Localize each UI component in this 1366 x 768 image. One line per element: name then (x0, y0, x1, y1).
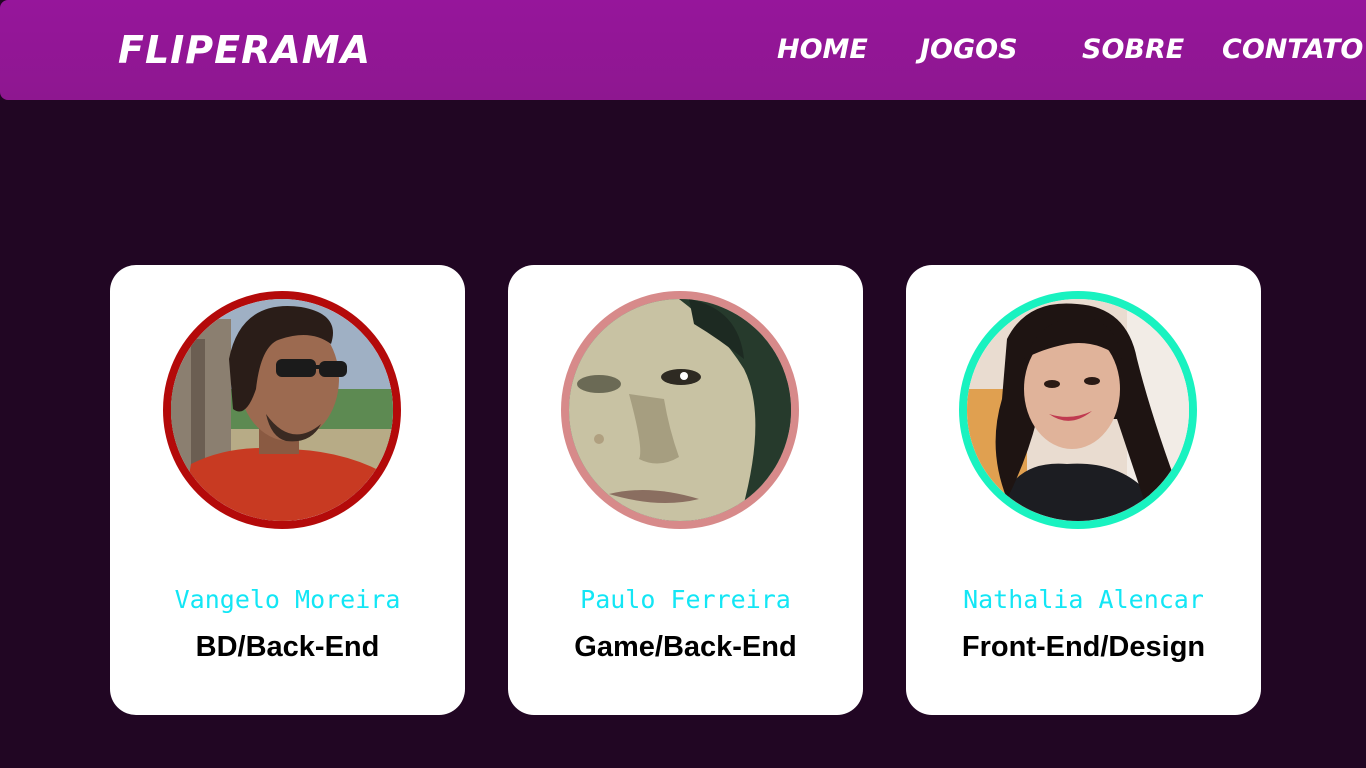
member-role: BD/Back-End (195, 631, 380, 663)
avatar-photo (171, 299, 393, 521)
member-name: Vangelo Moreira (174, 585, 401, 614)
avatar-paulo (561, 291, 799, 529)
team-card: Vangelo Moreira BD/Back-End (110, 265, 465, 715)
top-navbar: FLIPERAMA HOME JOGOS SOBRE CONTATO (0, 0, 1366, 100)
nav-jogos-link[interactable]: JOGOS (920, 33, 1018, 67)
nav-home-link[interactable]: HOME (777, 33, 868, 67)
member-role: Front-End/Design (961, 631, 1206, 663)
team-card: Nathalia Alencar Front-End/Design (906, 265, 1261, 715)
member-role: Game/Back-End (574, 631, 797, 663)
member-name: Nathalia Alencar (963, 585, 1204, 614)
member-name: Paulo Ferreira (580, 585, 791, 614)
nav-contato-link[interactable]: CONTATO (1222, 33, 1363, 67)
avatar-vangelo (163, 291, 401, 529)
avatar-photo (569, 299, 791, 521)
nav-sobre-link[interactable]: SOBRE (1082, 33, 1184, 67)
avatar-nathalia (959, 291, 1197, 529)
team-card: Paulo Ferreira Game/Back-End (508, 265, 863, 715)
brand-logo[interactable]: FLIPERAMA (118, 27, 371, 73)
avatar-photo (967, 299, 1189, 521)
